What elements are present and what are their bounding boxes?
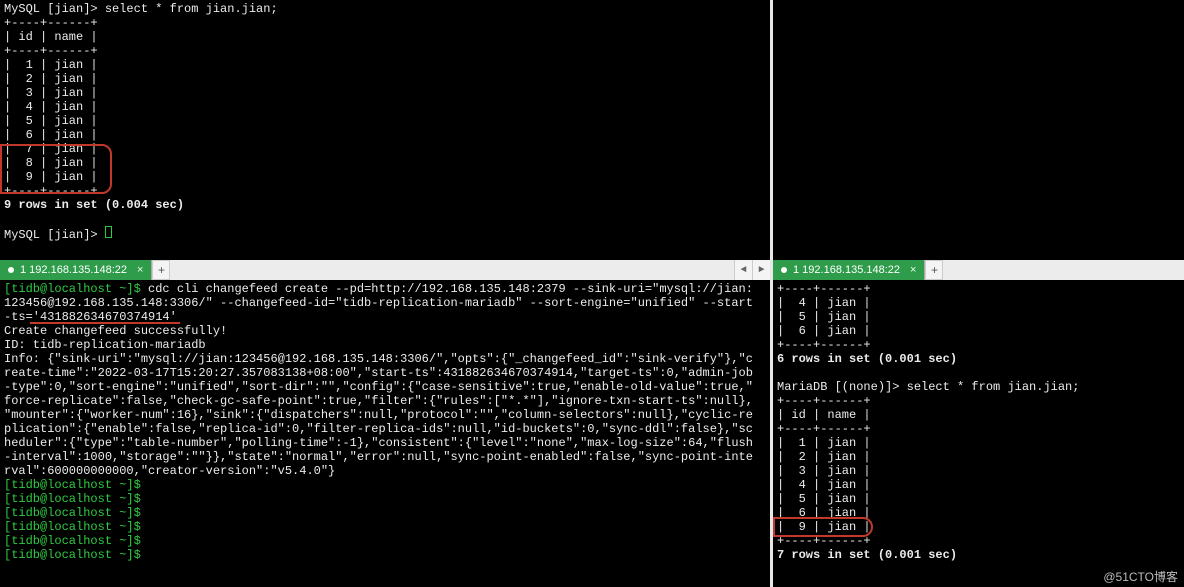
table-row: | 9 | jian | xyxy=(4,170,766,184)
table-row: | 1 | jian | xyxy=(4,58,766,72)
table-row: | 4 | jian | xyxy=(777,478,1180,492)
output-line: -type":0,"sort-engine":"unified","sort-d… xyxy=(4,380,766,394)
table-row: | 7 | jian | xyxy=(4,142,766,156)
table-row: | 2 | jian | xyxy=(4,72,766,86)
status-dot-icon xyxy=(781,267,787,273)
shell-command: 123456@192.168.135.148:3306/" --changefe… xyxy=(4,296,766,310)
tab-label: 1 192.168.135.148:22 xyxy=(20,264,127,276)
mysql-prompt: MySQL [jian]> xyxy=(4,228,105,242)
chevron-left-icon: ◄ xyxy=(740,265,746,276)
status-dot-icon xyxy=(8,267,14,273)
table-row: | 6 | jian | xyxy=(777,324,1180,338)
table-row: | 5 | jian | xyxy=(777,492,1180,506)
shell-prompt: [tidb@localhost ~]$ xyxy=(4,548,148,562)
table-row: | 4 | jian | xyxy=(4,100,766,114)
shell-prompt: [tidb@localhost ~]$ xyxy=(4,492,148,506)
table-row: | 6 | jian | xyxy=(4,128,766,142)
shell-prompt: [tidb@localhost ~]$ xyxy=(4,282,148,296)
table-header: | id | name | xyxy=(4,30,766,44)
output-line: ID: tidb-replication-mariadb xyxy=(4,338,766,352)
result-footer: 9 rows in set (0.004 sec) xyxy=(4,198,766,212)
table-border: +----+------+ xyxy=(4,44,766,58)
table-border: +----+------+ xyxy=(777,422,1180,436)
table-row: | 8 | jian | xyxy=(4,156,766,170)
output-line: plication":{"enable":false,"replica-id":… xyxy=(4,422,766,436)
table-row: | 2 | jian | xyxy=(777,450,1180,464)
shell-command: cdc cli changefeed create --pd=http://19… xyxy=(148,282,753,296)
table-border: +----+------+ xyxy=(777,282,1180,296)
table-border: +----+------+ xyxy=(4,184,766,198)
table-row: | 4 | jian | xyxy=(777,296,1180,310)
sql-query: select * from jian.jian; xyxy=(907,380,1080,394)
output-line: force-replicate":false,"check-gc-safe-po… xyxy=(4,394,766,408)
tab-scroll-right[interactable]: ► xyxy=(752,260,770,280)
shell-prompt: [tidb@localhost ~]$ xyxy=(4,520,148,534)
output-line: Info: {"sink-uri":"mysql://jian:123456@1… xyxy=(4,352,766,366)
result-footer: 7 rows in set (0.001 sec) xyxy=(777,548,1180,562)
tabbar-spacer xyxy=(943,260,1184,280)
output-line: "mounter":{"worker-num":16},"sink":{"dis… xyxy=(4,408,766,422)
table-row: | 9 | jian | xyxy=(777,520,1180,534)
terminal-top-left[interactable]: MySQL [jian]> select * from jian.jian; +… xyxy=(0,0,770,260)
table-border: +----+------+ xyxy=(777,338,1180,352)
tabbar-spacer xyxy=(170,260,734,280)
table-border: +----+------+ xyxy=(777,534,1180,548)
add-tab-button[interactable]: + xyxy=(925,260,943,280)
tabbar-right: 1 192.168.135.148:22 × + xyxy=(773,260,1184,280)
table-border: +----+------+ xyxy=(777,394,1180,408)
terminal-bottom-left[interactable]: [tidb@localhost ~]$ cdc cli changefeed c… xyxy=(0,280,770,587)
table-row: | 3 | jian | xyxy=(777,464,1180,478)
tab-scroll-left[interactable]: ◄ xyxy=(734,260,752,280)
tabbar-left: 1 192.168.135.148:22 × + ◄ ► xyxy=(0,260,770,280)
shell-prompt: [tidb@localhost ~]$ xyxy=(4,534,148,548)
close-icon[interactable]: × xyxy=(137,264,143,276)
result-footer: 6 rows in set (0.001 sec) xyxy=(777,352,1180,366)
mysql-prompt: MySQL [jian]> xyxy=(4,2,105,16)
plus-icon: + xyxy=(931,263,938,277)
output-line: rval":600000000000,"creator-version":"v5… xyxy=(4,464,766,478)
table-row: | 1 | jian | xyxy=(777,436,1180,450)
tab-label: 1 192.168.135.148:22 xyxy=(793,264,900,276)
table-row: | 5 | jian | xyxy=(4,114,766,128)
table-header: | id | name | xyxy=(777,408,1180,422)
watermark: @51CTO博客 xyxy=(1103,568,1178,585)
terminal-top-right[interactable] xyxy=(773,0,1184,260)
output-line: heduler":{"type":"table-number","polling… xyxy=(4,436,766,450)
add-tab-button[interactable]: + xyxy=(152,260,170,280)
table-row: | 3 | jian | xyxy=(4,86,766,100)
output-line: -interval":1000,"storage":""}},"state":"… xyxy=(4,450,766,464)
table-row: | 5 | jian | xyxy=(777,310,1180,324)
shell-prompt: [tidb@localhost ~]$ xyxy=(4,478,148,492)
mariadb-prompt: MariaDB [(none)]> xyxy=(777,380,907,394)
cursor-icon xyxy=(105,226,112,238)
shell-prompt: [tidb@localhost ~]$ xyxy=(4,506,148,520)
terminal-bottom-right[interactable]: +----+------+ | 4 | jian | | 5 | jian | … xyxy=(773,280,1184,587)
tab-session[interactable]: 1 192.168.135.148:22 × xyxy=(0,260,152,280)
table-border: +----+------+ xyxy=(4,16,766,30)
sql-query: select * from jian.jian; xyxy=(105,2,278,16)
table-row: | 6 | jian | xyxy=(777,506,1180,520)
output-line: Create changefeed successfully! xyxy=(4,324,766,338)
output-line: reate-time":"2022-03-17T15:20:27.3570831… xyxy=(4,366,766,380)
shell-command: -ts='431882634670374914' xyxy=(4,310,766,324)
tab-session[interactable]: 1 192.168.135.148:22 × xyxy=(773,260,925,280)
close-icon[interactable]: × xyxy=(910,264,916,276)
chevron-right-icon: ► xyxy=(758,265,764,276)
plus-icon: + xyxy=(158,263,165,277)
